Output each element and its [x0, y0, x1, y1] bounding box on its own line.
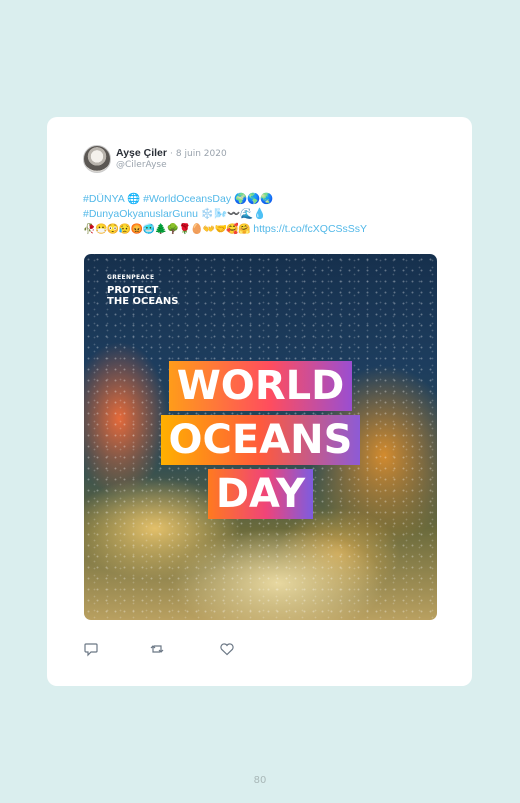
tweet-card: Ayşe Çiler · 8 juin 2020 @CilerAyse #DÜN…: [47, 117, 472, 686]
heart-icon[interactable]: [219, 641, 235, 657]
emoji-string: 🥀😷😳😥😡🥶🌲🌳🌹🥚👐🤝🥰🤗: [83, 224, 251, 235]
tweet-text: #DÜNYA 🌐 #WorldOceansDay 🌍🌎🌏 #DunyaOkyan…: [83, 192, 443, 237]
avatar[interactable]: [83, 145, 111, 173]
headline-line-1: WORLD: [168, 361, 353, 411]
page-number: 80: [253, 775, 267, 786]
tweet-header: Ayşe Çiler · 8 juin 2020: [116, 147, 227, 159]
tweet-link[interactable]: https://t.co/fcXQCSsSsY: [253, 223, 367, 235]
tweet-media-image[interactable]: GREENPEACE PROTECT THE OCEANS WORLD OCEA…: [84, 254, 437, 620]
reply-icon[interactable]: [83, 641, 99, 657]
headline: WORLD OCEANS DAY: [84, 359, 437, 521]
tweet-text-line-2[interactable]: #DunyaOkyanuslarGunu ❄️🌬️〰️🌊💧: [83, 207, 443, 222]
tagline-line-1: PROTECT: [107, 285, 159, 296]
headline-line-2: OCEANS: [160, 415, 361, 465]
tagline-line-2: THE OCEANS: [107, 296, 179, 307]
headline-line-3: DAY: [207, 469, 314, 519]
header-separator: ·: [170, 149, 173, 159]
greenpeace-branding: GREENPEACE PROTECT THE OCEANS: [107, 272, 178, 307]
org-logo-text: GREENPEACE: [107, 274, 155, 281]
author-name[interactable]: Ayşe Çiler: [116, 147, 167, 159]
tweet-text-line-3: 🥀😷😳😥😡🥶🌲🌳🌹🥚👐🤝🥰🤗 https://t.co/fcXQCSsSsY: [83, 222, 443, 237]
retweet-icon[interactable]: [149, 641, 165, 657]
author-handle[interactable]: @CilerAyse: [116, 160, 167, 170]
tweet-date[interactable]: 8 juin 2020: [176, 149, 227, 159]
tweet-text-line-1[interactable]: #DÜNYA 🌐 #WorldOceansDay 🌍🌎🌏: [83, 192, 443, 207]
